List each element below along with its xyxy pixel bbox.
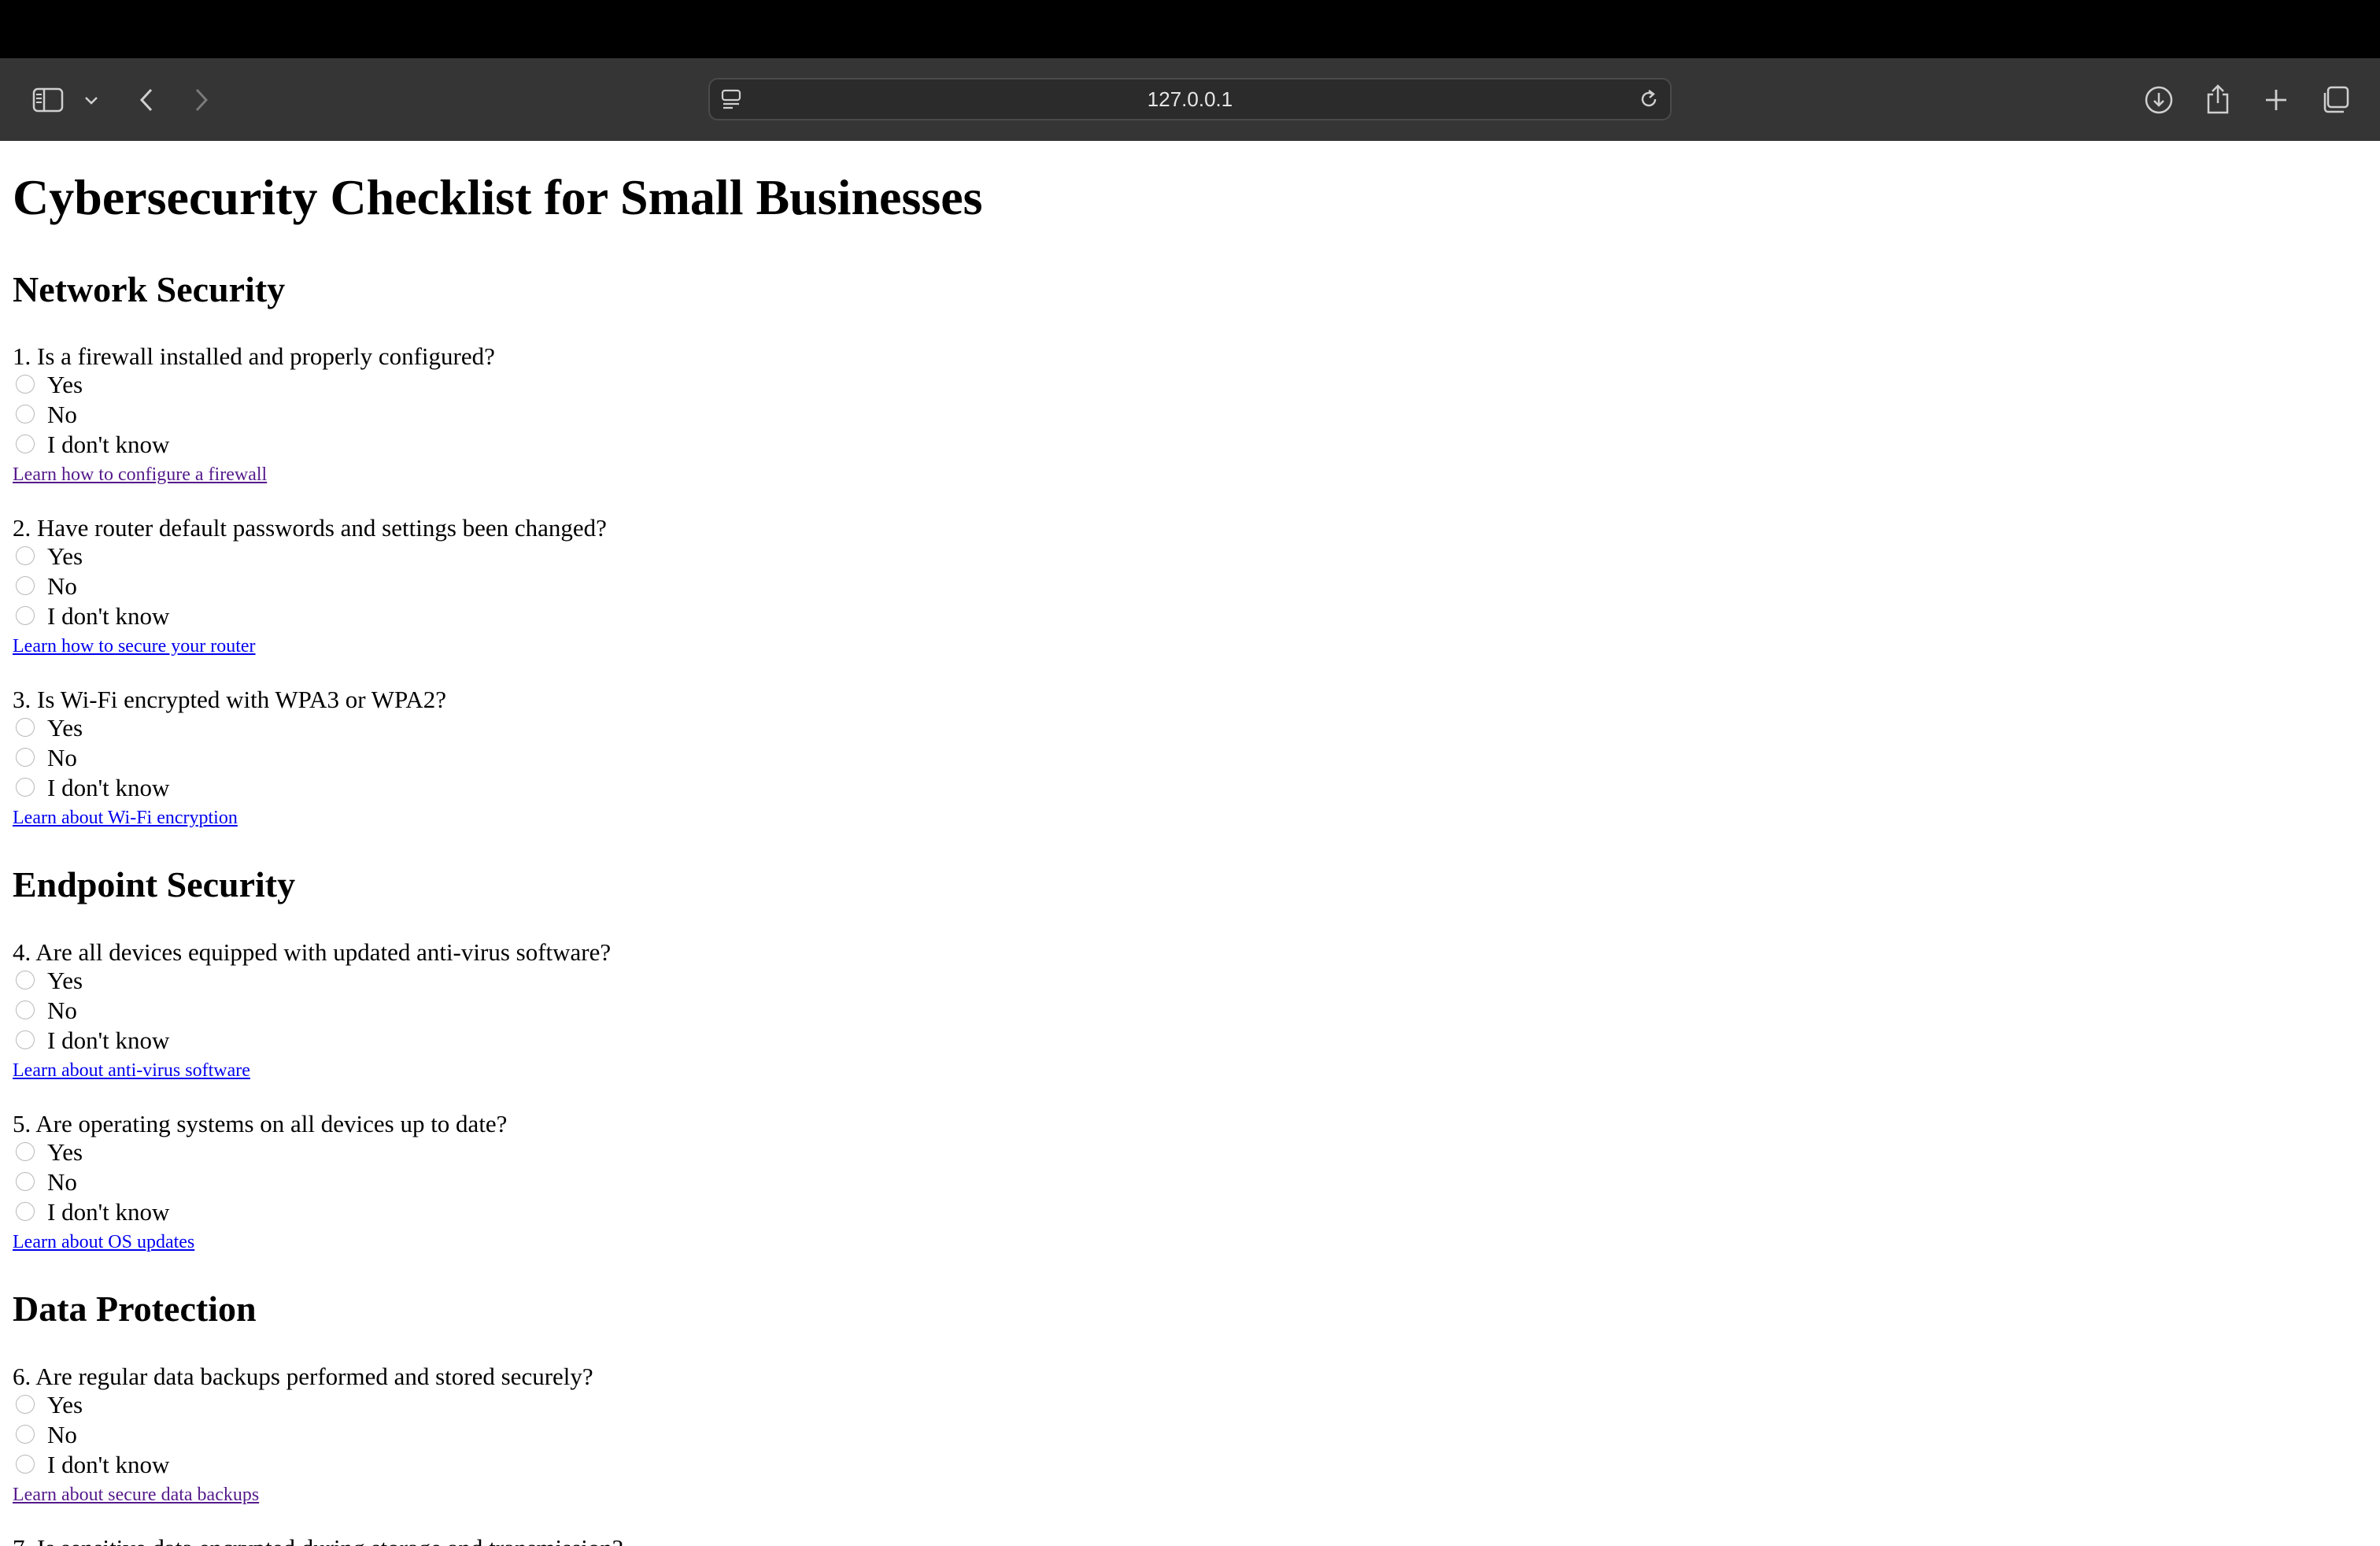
browser-toolbar: 127.0.0.1 xyxy=(0,58,2380,141)
option-label: I don't know xyxy=(47,430,170,458)
option-label: Yes xyxy=(47,370,83,398)
question-text: 5. Are operating systems on all devices … xyxy=(13,1110,508,1137)
learn-link[interactable]: Learn about anti-virus software xyxy=(13,1061,250,1080)
new-tab-plus-icon[interactable] xyxy=(2259,82,2293,118)
radio-button[interactable] xyxy=(16,1425,35,1444)
question-text: 1. Is a firewall installed and properly … xyxy=(13,342,495,370)
radio-button[interactable] xyxy=(16,718,35,737)
option-label: Yes xyxy=(47,1390,83,1418)
option-label: No xyxy=(47,1167,77,1196)
learn-link[interactable]: Learn about OS updates xyxy=(13,1233,194,1252)
screen-top-bar xyxy=(0,0,2380,58)
option-label: I don't know xyxy=(47,1450,170,1478)
learn-link[interactable]: Learn about Wi-Fi encryption xyxy=(13,808,238,827)
option-row[interactable]: Yes xyxy=(13,369,83,399)
learn-link[interactable]: Learn how to secure your router xyxy=(13,637,256,656)
share-icon[interactable] xyxy=(2201,80,2235,118)
option-row[interactable]: No xyxy=(13,1419,77,1449)
option-label: I don't know xyxy=(47,1197,170,1226)
option-label: Yes xyxy=(47,713,83,742)
question-text: 7. Is sensitive data encrypted during st… xyxy=(13,1536,623,1546)
option-row[interactable]: No xyxy=(13,399,77,429)
address-text: 127.0.0.1 xyxy=(1147,87,1233,111)
radio-button[interactable] xyxy=(16,971,35,989)
address-bar[interactable]: 127.0.0.1 xyxy=(708,78,1672,120)
option-row[interactable]: No xyxy=(13,1167,77,1196)
option-row[interactable]: No xyxy=(13,995,77,1025)
option-row[interactable]: I don't know xyxy=(13,1025,169,1055)
option-row[interactable]: No xyxy=(13,571,77,601)
radio-button[interactable] xyxy=(16,748,35,767)
option-label: Yes xyxy=(47,542,83,570)
option-label: I don't know xyxy=(47,1026,170,1054)
sidebar-toggle-icon[interactable] xyxy=(30,82,66,118)
option-row[interactable]: I don't know xyxy=(13,601,169,631)
radio-button[interactable] xyxy=(16,606,35,625)
option-label: Yes xyxy=(47,1137,83,1166)
radio-button[interactable] xyxy=(16,435,35,453)
option-row[interactable]: I don't know xyxy=(13,1449,169,1479)
option-label: No xyxy=(47,743,77,771)
radio-button[interactable] xyxy=(16,375,35,394)
radio-button[interactable] xyxy=(16,1395,35,1414)
option-row[interactable]: Yes xyxy=(13,1137,83,1167)
option-label: I don't know xyxy=(47,601,170,630)
radio-button[interactable] xyxy=(16,405,35,423)
section-title: Network Security xyxy=(13,269,286,309)
radio-button[interactable] xyxy=(16,1172,35,1191)
option-row[interactable]: Yes xyxy=(13,965,83,995)
option-row[interactable]: I don't know xyxy=(13,1196,169,1226)
tab-overview-icon[interactable] xyxy=(2317,82,2353,118)
question-text: 2. Have router default passwords and set… xyxy=(13,514,607,542)
radio-button[interactable] xyxy=(16,1142,35,1161)
option-row[interactable]: Yes xyxy=(13,712,83,742)
page-content: Cybersecurity Checklist for Small Busine… xyxy=(13,141,2366,1546)
option-label: I don't know xyxy=(47,773,170,801)
question-text: 4. Are all devices equipped with updated… xyxy=(13,938,612,966)
option-row[interactable]: I don't know xyxy=(13,429,169,459)
download-icon[interactable] xyxy=(2141,82,2177,118)
reload-icon[interactable] xyxy=(1635,86,1662,113)
learn-link[interactable]: Learn about secure data backups xyxy=(13,1485,259,1504)
question-text: 3. Is Wi-Fi encrypted with WPA3 or WPA2? xyxy=(13,686,447,713)
option-label: No xyxy=(47,996,77,1024)
forward-arrow-icon[interactable] xyxy=(186,82,217,118)
radio-button[interactable] xyxy=(16,1030,35,1049)
section-title: Endpoint Security xyxy=(13,864,296,904)
option-label: No xyxy=(47,1420,77,1448)
option-row[interactable]: I don't know xyxy=(13,772,169,802)
radio-button[interactable] xyxy=(16,1455,35,1474)
radio-button[interactable] xyxy=(16,546,35,565)
chevron-down-icon[interactable] xyxy=(79,87,104,113)
page-title: Cybersecurity Checklist for Small Busine… xyxy=(13,169,983,225)
option-label: No xyxy=(47,571,77,600)
option-label: No xyxy=(47,400,77,428)
radio-button[interactable] xyxy=(16,1202,35,1221)
back-arrow-icon[interactable] xyxy=(131,82,162,118)
radio-button[interactable] xyxy=(16,1000,35,1019)
option-label: Yes xyxy=(47,966,83,994)
radio-button[interactable] xyxy=(16,778,35,797)
section-title: Data Protection xyxy=(13,1289,257,1329)
learn-link[interactable]: Learn how to configure a firewall xyxy=(13,465,267,484)
question-text: 6. Are regular data backups performed an… xyxy=(13,1363,593,1390)
option-row[interactable]: Yes xyxy=(13,541,83,571)
option-row[interactable]: Yes xyxy=(13,1389,83,1419)
radio-button[interactable] xyxy=(16,576,35,595)
option-row[interactable]: No xyxy=(13,742,77,772)
